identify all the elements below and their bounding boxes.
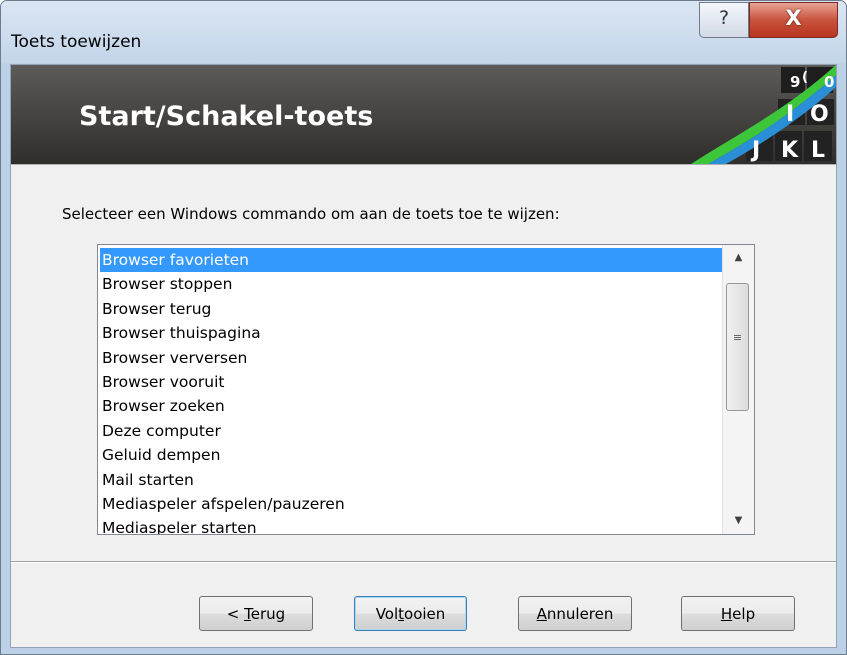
title-bar[interactable]: Toets toewijzen ? X: [1, 1, 846, 63]
list-item[interactable]: Browser stoppen: [100, 272, 722, 296]
logo-key-o: O: [810, 102, 829, 127]
list-item[interactable]: Browser verversen: [100, 346, 722, 370]
close-icon: X: [785, 6, 802, 30]
button-bar: < Terug Voltooien Annuleren Help: [11, 561, 836, 647]
instruction-label: Selecteer een Windows commando om aan de…: [62, 205, 560, 223]
list-item[interactable]: Mediaspeler afspelen/pauzeren: [100, 492, 722, 516]
dialog-client-area: Start/Schakel-toets 9 ( 0 I O J K L Sele…: [10, 64, 837, 648]
help-title-button[interactable]: ?: [699, 2, 749, 38]
logo-key-9: 9: [790, 73, 800, 91]
back-button[interactable]: < Terug: [199, 596, 313, 631]
list-item[interactable]: Browser thuispagina: [100, 321, 722, 345]
logo-key-paren: (: [802, 70, 808, 85]
logo-key-l: L: [811, 138, 825, 163]
list-item[interactable]: Mediaspeler starten: [100, 516, 722, 534]
list-item[interactable]: Browser favorieten: [100, 248, 722, 272]
window-title: Toets toewijzen: [11, 32, 142, 52]
logo-key-j: J: [750, 138, 760, 163]
logo-key-0: 0: [824, 73, 834, 91]
grip-icon: ≡: [732, 331, 743, 344]
scroll-down-arrow-icon[interactable]: ▼: [723, 510, 754, 532]
list-item[interactable]: Browser terug: [100, 297, 722, 321]
list-item[interactable]: Geluid dempen: [100, 443, 722, 467]
command-listbox[interactable]: Browser favorieten Browser stoppen Browser…: [97, 244, 755, 535]
vertical-scrollbar[interactable]: ▲ ≡ ▼: [722, 245, 754, 534]
scroll-up-arrow-icon[interactable]: ▲: [723, 247, 754, 269]
content-panel: Selecteer een Windows commando om aan de…: [11, 164, 836, 560]
list-item[interactable]: Browser vooruit: [100, 370, 722, 394]
logo-key-i: I: [786, 102, 794, 127]
page-title: Start/Schakel-toets: [79, 101, 374, 132]
finish-button[interactable]: Voltooien: [354, 596, 467, 631]
list-item[interactable]: Mail starten: [100, 468, 722, 492]
question-icon: ?: [718, 7, 730, 29]
close-button[interactable]: X: [749, 2, 838, 38]
scroll-thumb[interactable]: ≡: [726, 283, 749, 411]
header-banner: Start/Schakel-toets 9 ( 0 I O J K L: [11, 65, 836, 164]
dialog-window: Toets toewijzen ? X Start/Schakel-toets …: [0, 0, 847, 655]
list-item[interactable]: Deze computer: [100, 419, 722, 443]
list-item[interactable]: Browser zoeken: [100, 394, 722, 418]
cancel-button[interactable]: Annuleren: [518, 596, 632, 631]
keyboard-keys-logo: 9 ( 0 I O J K L: [691, 65, 836, 164]
logo-key-k: K: [781, 138, 799, 163]
help-button[interactable]: Help: [681, 596, 795, 631]
